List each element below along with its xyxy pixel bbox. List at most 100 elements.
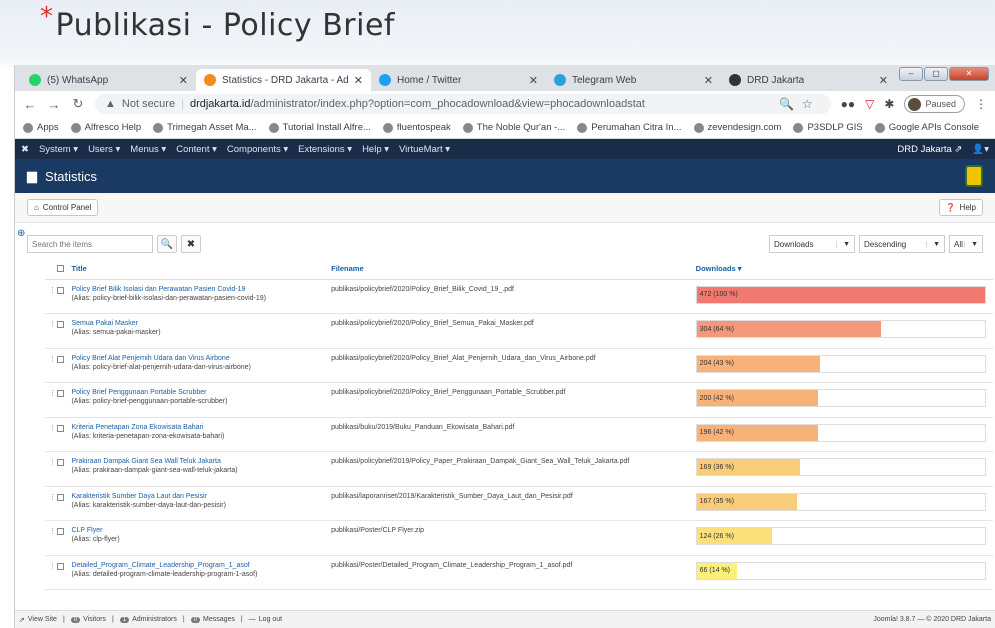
browser-tab[interactable]: (5) WhatsApp ✕: [21, 69, 196, 91]
row-checkbox[interactable]: [57, 390, 65, 397]
forward-icon[interactable]: →: [47, 97, 61, 112]
back-icon[interactable]: ←: [23, 97, 37, 112]
profile-button[interactable]: Paused: [904, 95, 965, 113]
browser-tab[interactable]: DRD Jakarta ✕: [721, 69, 896, 91]
row-checkbox-cell[interactable]: [57, 520, 72, 556]
admin-menu-item[interactable]: Users ▾: [88, 144, 120, 155]
close-tab-icon[interactable]: ✕: [879, 74, 888, 87]
administrators-link[interactable]: 1 Administrators: [119, 616, 177, 623]
close-window-button[interactable]: ✕: [949, 67, 989, 81]
menu-dots-icon[interactable]: ⋮: [975, 97, 987, 111]
site-link[interactable]: DRD Jakarta ⇗: [897, 144, 962, 155]
row-checkbox[interactable]: [57, 424, 65, 432]
item-title-link[interactable]: CLP Flyer: [71, 527, 331, 534]
bookmark-item[interactable]: fluentospeak: [382, 122, 451, 133]
close-tab-icon[interactable]: ✕: [704, 74, 713, 87]
help-button[interactable]: ❓ Help: [938, 199, 983, 216]
close-tab-icon[interactable]: ✕: [529, 74, 538, 87]
row-checkbox-cell[interactable]: [57, 451, 72, 487]
item-title-link[interactable]: Prakiraan Dampak Giant Sea Wall Teluk Ja…: [71, 458, 331, 465]
row-checkbox[interactable]: [57, 493, 65, 501]
window-controls: – ▢ ✕: [899, 67, 989, 81]
drag-handle-icon[interactable]: ⋮: [45, 313, 58, 349]
item-title-link[interactable]: Karakteristik Sumber Daya Laut dan Pesis…: [71, 493, 331, 500]
sort-direction-select[interactable]: Descending ▼: [859, 235, 945, 253]
checkall-checkbox[interactable]: [57, 264, 65, 272]
visitors-link[interactable]: 0 Visitors: [70, 616, 106, 623]
item-title-link[interactable]: Detailed_Program_Climate_Leadership_Prog…: [71, 562, 331, 569]
drag-handle-icon[interactable]: ⋮: [45, 382, 58, 418]
bookmark-item[interactable]: Apps: [23, 122, 59, 133]
clear-button[interactable]: ✖: [181, 235, 201, 253]
url-input[interactable]: ▲ Not secure | drdjakarta.id/administrat…: [95, 94, 831, 114]
joomla-icon[interactable]: ✖: [21, 144, 29, 155]
row-checkbox-cell[interactable]: [57, 417, 72, 452]
control-panel-button[interactable]: ⌂ Control Panel: [27, 199, 99, 216]
row-checkbox-cell[interactable]: [57, 382, 72, 418]
close-tab-icon[interactable]: ✕: [354, 74, 363, 87]
minimize-button[interactable]: –: [899, 67, 923, 81]
row-checkbox-cell[interactable]: [57, 348, 72, 383]
sort-field-select[interactable]: Downloads ▼: [769, 235, 855, 253]
column-filename[interactable]: Filename: [331, 259, 696, 280]
reload-icon[interactable]: ↻: [71, 96, 85, 112]
admin-menu-item[interactable]: System ▾: [39, 144, 78, 155]
bookmark-item[interactable]: Alfresco Help: [70, 122, 141, 133]
admin-menu-item[interactable]: VirtueMart ▾: [399, 144, 450, 155]
row-checkbox-cell[interactable]: [57, 279, 72, 314]
drag-handle-icon[interactable]: ⋮: [45, 348, 58, 383]
search-input[interactable]: [27, 235, 153, 253]
bookmark-item[interactable]: Google APIs Console: [874, 122, 979, 133]
row-checkbox[interactable]: [57, 286, 65, 294]
drag-handle-icon[interactable]: ⋮: [45, 555, 58, 590]
row-checkbox[interactable]: [57, 528, 65, 535]
checkall-header[interactable]: [57, 259, 72, 280]
drag-handle-icon[interactable]: ⋮: [45, 417, 58, 452]
bookmark-item[interactable]: P3SDLP GIS: [793, 122, 863, 133]
logout-link[interactable]: — Log out: [249, 616, 282, 623]
user-menu-icon[interactable]: 👤▾: [972, 144, 989, 155]
drag-handle-icon[interactable]: ⋮: [45, 520, 58, 556]
admin-menu-item[interactable]: Content ▾: [176, 144, 217, 155]
column-title[interactable]: Title: [71, 259, 332, 280]
browser-tab[interactable]: Home / Twitter ✕: [371, 69, 546, 91]
drag-handle-icon[interactable]: ⋮: [45, 451, 58, 487]
drag-handle-icon[interactable]: ⋮: [45, 486, 58, 521]
row-checkbox[interactable]: [57, 459, 65, 466]
bookmark-item[interactable]: The Noble Qur'an -...: [462, 122, 565, 133]
admin-menu-item[interactable]: Components ▾: [227, 144, 288, 155]
bookmark-item[interactable]: Tutorial Install Alfre...: [268, 122, 371, 133]
item-title-link[interactable]: Semua Pakai Masker: [71, 320, 331, 327]
item-title-link[interactable]: Kriteria Penetapan Zona Ekowisata Bahari: [71, 424, 331, 431]
column-downloads[interactable]: Downloads ▾: [695, 259, 993, 280]
close-tab-icon[interactable]: ✕: [179, 74, 188, 87]
maximize-button[interactable]: ▢: [924, 67, 948, 81]
row-checkbox[interactable]: [57, 562, 65, 570]
shield-icon[interactable]: ▽: [865, 97, 874, 111]
bookmark-item[interactable]: Trimegah Asset Ma...: [153, 122, 257, 133]
extension-icon[interactable]: ●●: [841, 97, 856, 111]
admin-menu-item[interactable]: Help ▾: [362, 144, 389, 155]
admin-menu-item[interactable]: Extensions ▾: [298, 144, 352, 155]
bookmark-item[interactable]: Perumahan Citra In...: [577, 122, 682, 133]
search-button[interactable]: 🔍: [157, 235, 177, 253]
row-checkbox[interactable]: [57, 321, 65, 328]
item-title-link[interactable]: Policy Brief Alat Penjernih Udara dan Vi…: [71, 355, 331, 362]
row-checkbox-cell[interactable]: [57, 486, 72, 521]
drag-handle-icon[interactable]: ⋮: [45, 279, 58, 314]
limit-select[interactable]: All ▼: [949, 235, 983, 253]
view-site-link[interactable]: ⇗ View Site: [19, 616, 57, 624]
browser-tab[interactable]: Telegram Web ✕: [546, 69, 721, 91]
item-title-link[interactable]: Policy Brief Penggunaan Portable Scrubbe…: [71, 389, 331, 396]
browser-tab[interactable]: Statistics - DRD Jakarta - Admir ✕: [196, 69, 371, 91]
row-checkbox-cell[interactable]: [57, 313, 72, 349]
row-checkbox[interactable]: [57, 355, 65, 363]
messages-link[interactable]: 0 Messages: [190, 616, 235, 623]
bookmark-item[interactable]: zevendesign.com: [693, 122, 781, 133]
admin-menu-item[interactable]: Menus ▾: [130, 144, 166, 155]
puzzle-icon[interactable]: ✱: [884, 97, 894, 111]
sidebar-toggle-icon[interactable]: ⊕: [17, 228, 25, 239]
item-title-link[interactable]: Policy Brief Bilik Isolasi dan Perawatan…: [71, 286, 331, 293]
row-checkbox-cell[interactable]: [57, 555, 72, 590]
zoom-star-icons[interactable]: 🔍☆: [779, 97, 821, 111]
